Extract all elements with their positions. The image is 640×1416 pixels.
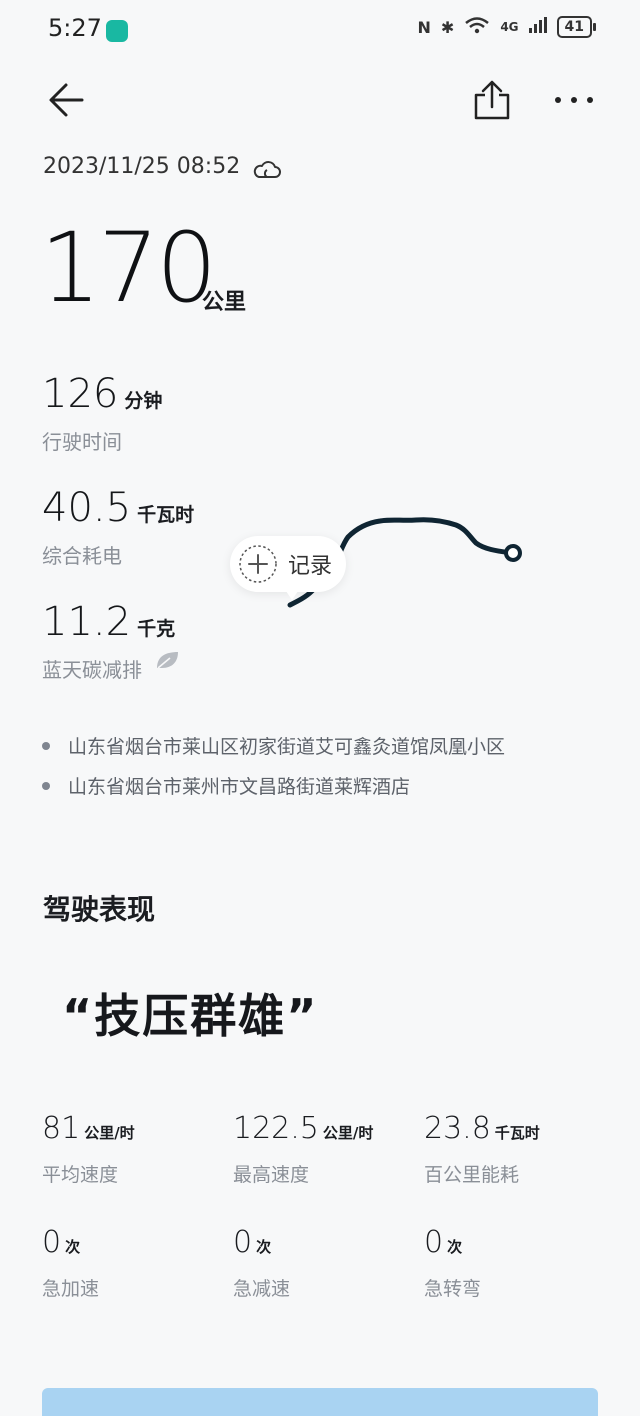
metric-label: 急加速 (42, 1278, 100, 1300)
metric-unit: 公里/时 (322, 1124, 374, 1142)
status-time: 5:27 (48, 14, 102, 42)
more-button[interactable] (548, 74, 600, 126)
add-record-icon (239, 545, 277, 583)
metric-value: 122.5 (233, 1111, 319, 1146)
trip-datetime: 2023/11/25 08:52 (43, 154, 241, 179)
signal-icon (528, 17, 547, 37)
leaf-icon (157, 652, 178, 669)
arrow-left-icon (49, 83, 84, 117)
metric-hard-braking: 0次 急减速 (233, 1228, 290, 1301)
network-type: 4G (500, 20, 519, 34)
metric-energy-per-100km: 23.8 千瓦时 百公里能耗 (424, 1114, 540, 1187)
app-notification-icon (106, 20, 128, 42)
metric-value: 0 (42, 1225, 62, 1260)
stat-unit: 分钟 (124, 390, 163, 412)
stat-unit: 千瓦时 (137, 504, 195, 526)
metric-avg-speed: 81 公里/时 平均速度 (42, 1114, 135, 1187)
battery-indicator: 41 (556, 16, 597, 38)
metric-unit: 千瓦时 (494, 1124, 540, 1142)
address-end: 山东省烟台市莱州市文昌路街道莱辉酒店 (42, 772, 410, 799)
stat-energy-used: 40.5 千瓦时 综合耗电 (42, 488, 194, 569)
metric-unit: 次 (447, 1238, 463, 1256)
distance-value: 170 (40, 212, 217, 324)
wifi-icon (464, 16, 490, 38)
metric-unit: 次 (256, 1238, 272, 1256)
metric-sharp-turn: 0次 急转弯 (424, 1228, 481, 1301)
stat-value: 40.5 (42, 485, 132, 531)
metric-hard-acceleration: 0次 急加速 (42, 1228, 99, 1301)
share-button[interactable] (466, 74, 518, 126)
metric-label: 百公里能耗 (424, 1164, 520, 1186)
metric-max-speed: 122.5 公里/时 最高速度 (233, 1114, 373, 1187)
stat-carbon-reduction: 11.2 千克 蓝天碳减排 (42, 602, 175, 683)
address-start: 山东省烟台市莱山区初家街道艾可鑫灸道馆凤凰小区 (42, 732, 505, 759)
stat-driving-time: 126 分钟 行驶时间 (42, 374, 162, 455)
stat-value: 11.2 (42, 599, 132, 645)
metric-value: 23.8 (424, 1111, 491, 1146)
distance-unit: 公里 (202, 290, 247, 315)
nfc-icon: N (417, 17, 431, 37)
address-text: 山东省烟台市莱州市文昌路街道莱辉酒店 (68, 776, 411, 798)
stat-value: 126 (42, 371, 119, 417)
metric-label: 最高速度 (233, 1164, 310, 1186)
bluetooth-icon: ✱ (440, 17, 455, 37)
stat-label: 综合耗电 (42, 544, 122, 568)
route-end-marker (504, 544, 522, 562)
bullet (42, 741, 50, 750)
bottom-card[interactable] (42, 1388, 598, 1416)
metric-value: 0 (233, 1225, 253, 1260)
more-horizontal-icon (555, 97, 593, 103)
back-button[interactable] (40, 74, 92, 126)
metric-unit: 公里/时 (84, 1124, 135, 1142)
stat-unit: 千克 (137, 618, 176, 640)
stat-label: 行驶时间 (42, 430, 122, 454)
address-text: 山东省烟台市莱山区初家街道艾可鑫灸道馆凤凰小区 (68, 736, 506, 758)
status-icons: N ✱ 4G 41 (417, 16, 597, 38)
record-button[interactable]: 记录 (230, 536, 346, 592)
metric-label: 平均速度 (42, 1164, 119, 1186)
cloud-icon (253, 161, 281, 178)
section-title-driving: 驾驶表现 (43, 893, 156, 926)
bullet (42, 781, 50, 790)
metric-label: 急转弯 (424, 1278, 482, 1300)
metric-value: 81 (42, 1111, 81, 1146)
metric-value: 0 (424, 1225, 444, 1260)
driving-badge: “技压群雄” (62, 989, 319, 1043)
share-icon (474, 80, 510, 120)
metric-unit: 次 (65, 1238, 81, 1256)
metric-label: 急减速 (233, 1278, 291, 1300)
record-bubble-tail (284, 588, 300, 600)
record-label: 记录 (288, 554, 333, 579)
